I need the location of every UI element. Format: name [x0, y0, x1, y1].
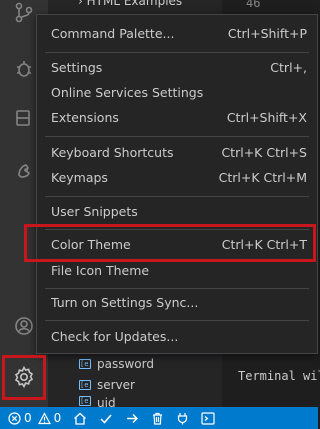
- warning-icon: [37, 411, 51, 424]
- menu-item-label: Online Services Settings: [51, 85, 204, 100]
- menu-item-shortcut: Ctrl+,: [270, 60, 307, 75]
- menu-item-shortcut: Ctrl+Shift+P: [227, 26, 307, 41]
- arrow-right-icon[interactable]: [125, 412, 139, 425]
- menu-item-label: User Snippets: [51, 204, 138, 219]
- error-count: 0: [24, 411, 32, 425]
- warning-count: 0: [53, 411, 62, 425]
- list-item[interactable]: [e] password: [79, 354, 154, 374]
- menu-item-label: Check for Updates...: [51, 329, 179, 344]
- menu-item-keyboard-shortcuts[interactable]: Keyboard Shortcuts Ctrl+K Ctrl+S: [37, 140, 317, 165]
- field-icon: [e]: [79, 396, 93, 406]
- home-icon[interactable]: [73, 412, 87, 425]
- menu-item-extensions[interactable]: Extensions Ctrl+Shift+X: [37, 105, 317, 130]
- menu-separator: [45, 196, 309, 197]
- terminal-text: Terminal wil: [238, 369, 320, 383]
- menu-item-label: Extensions: [51, 110, 119, 125]
- menu-item-label: Settings: [51, 60, 103, 75]
- list-item[interactable]: [e] uid: [79, 396, 116, 407]
- menu-separator: [45, 320, 309, 321]
- menu-item-check-for-updates[interactable]: Check for Updates...: [37, 324, 317, 349]
- field-icon: [e]: [79, 359, 93, 369]
- manage-menu: Command Palette... Ctrl+Shift+P Settings…: [36, 14, 318, 354]
- list-item-label: server: [97, 378, 135, 392]
- status-bar: 0 0: [0, 407, 318, 429]
- field-icon: [e]: [79, 380, 93, 390]
- check-icon[interactable]: [99, 412, 113, 425]
- problems-indicator[interactable]: 0 0: [8, 411, 61, 425]
- menu-separator: [45, 52, 309, 53]
- menu-item-command-palette[interactable]: Command Palette... Ctrl+Shift+P: [37, 21, 317, 46]
- menu-separator: [45, 288, 309, 289]
- menu-item-shortcut: Ctrl+Shift+X: [226, 110, 307, 125]
- list-item[interactable]: [e] server: [79, 375, 135, 395]
- menu-separator: [45, 136, 309, 137]
- list-item-label: password: [97, 357, 154, 371]
- manage-gear-highlight: [2, 355, 46, 400]
- color-theme-highlight: [24, 224, 316, 262]
- menu-item-label: File Icon Theme: [51, 263, 150, 278]
- plug-icon[interactable]: [176, 412, 189, 425]
- menu-item-shortcut: Ctrl+K Ctrl+S: [221, 145, 307, 160]
- menu-item-user-snippets[interactable]: User Snippets: [37, 199, 317, 224]
- tree-item-label: HTML Examples: [86, 0, 183, 8]
- menu-item-label: Keyboard Shortcuts: [51, 145, 174, 160]
- chevron-right-icon: ›: [78, 0, 83, 8]
- menu-item-online-services-settings[interactable]: Online Services Settings: [37, 80, 317, 105]
- menu-item-label: Turn on Settings Sync...: [51, 295, 199, 310]
- list-item-label: uid: [97, 396, 116, 407]
- tree-item-top[interactable]: › HTML Examples: [78, 0, 182, 8]
- terminal-icon[interactable]: [201, 411, 215, 425]
- menu-item-label: Command Palette...: [51, 26, 175, 41]
- menu-item-label: Keymaps: [51, 170, 108, 185]
- error-icon: [8, 411, 21, 425]
- menu-item-shortcut: Ctrl+K Ctrl+M: [218, 170, 307, 185]
- menu-item-settings[interactable]: Settings Ctrl+,: [37, 55, 317, 80]
- menu-item-keymaps[interactable]: Keymaps Ctrl+K Ctrl+M: [37, 165, 317, 190]
- menu-item-turn-on-settings-sync[interactable]: Turn on Settings Sync...: [37, 290, 317, 315]
- line-number: 46: [246, 0, 261, 10]
- trash-icon[interactable]: [151, 412, 164, 425]
